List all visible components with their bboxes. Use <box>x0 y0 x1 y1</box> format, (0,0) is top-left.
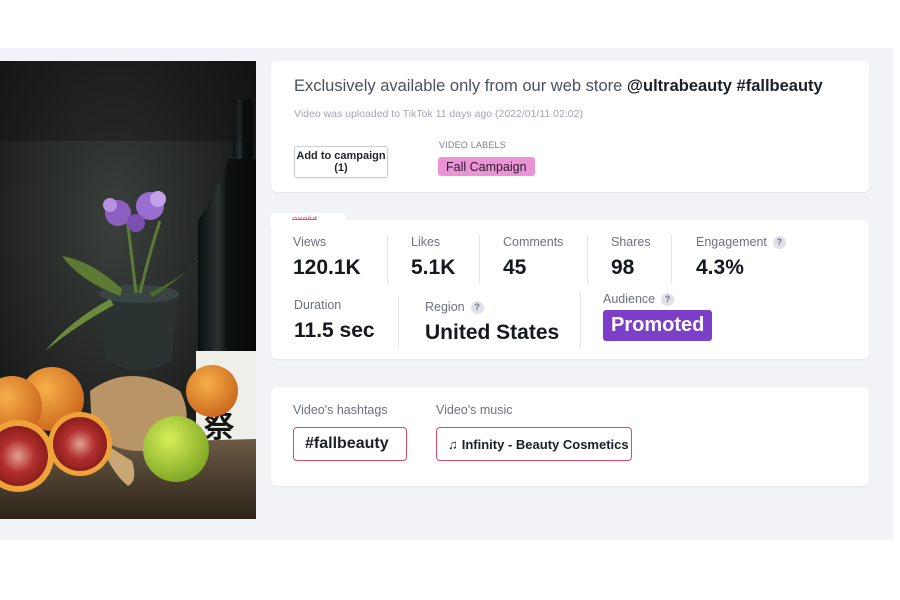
music-title-text: Infinity - Beauty Cosmetics <box>461 436 629 452</box>
help-icon[interactable]: ? <box>661 292 675 306</box>
stat-likes-label: Likes <box>411 235 441 249</box>
stat-shares-value: 98 <box>611 256 635 279</box>
hashtags-title: Video's hashtags <box>293 403 388 417</box>
stat-likes-value: 5.1K <box>411 256 456 279</box>
stat-engagement-label-row: Engagement? <box>696 235 786 249</box>
page-background: 獺 祭 Exclusively available only from our … <box>0 48 893 540</box>
caption-text: Exclusively available only from our web … <box>294 77 627 95</box>
stat-audience-label: Audience <box>603 292 656 306</box>
video-tags-card: Video's hashtags Video's music #fallbeau… <box>271 387 869 486</box>
video-caption: Exclusively available only from our web … <box>294 77 823 96</box>
stat-region-value: United States <box>425 321 560 344</box>
stat-engagement: Engagement? 4.3% <box>696 235 786 280</box>
stat-engagement-label: Engagement <box>696 235 767 249</box>
help-icon[interactable]: ? <box>772 235 786 249</box>
stat-region-label-row: Region? <box>425 300 559 314</box>
help-icon[interactable]: ? <box>470 300 484 314</box>
stat-duration: Duration 11.5 sec <box>294 298 375 343</box>
stat-comments-value: 45 <box>503 256 527 279</box>
stat-shares-label: Shares <box>611 235 651 249</box>
video-info-card: Exclusively available only from our web … <box>271 61 869 192</box>
video-stats-card: Views 120.1K Likes 5.1K Comments 45 Shar… <box>271 220 869 359</box>
stat-views: Views 120.1K <box>293 235 361 280</box>
stat-comments: Comments 45 <box>503 235 563 280</box>
stat-shares: Shares 98 <box>611 235 651 280</box>
music-note-icon: ♫ <box>448 436 458 452</box>
audience-promoted-badge: Promoted <box>603 310 713 341</box>
caption-mentions[interactable]: @ultrabeauty #fallbeauty <box>627 77 823 95</box>
stat-duration-label: Duration <box>294 298 342 312</box>
stat-audience: Audience? Promoted <box>603 292 713 341</box>
divider <box>398 296 399 346</box>
divider <box>387 234 388 284</box>
divider <box>479 234 480 284</box>
video-labels-title: VIDEO LABELS <box>439 140 506 150</box>
stat-views-value: 120.1K <box>293 256 361 279</box>
divider <box>671 234 672 284</box>
hashtag-pill[interactable]: #fallbeauty <box>293 427 407 461</box>
stat-region: Region? United States <box>425 300 559 345</box>
add-to-campaign-button[interactable]: Add to campaign (1) <box>294 146 388 178</box>
music-title: Video's music <box>436 403 513 417</box>
stat-views-label: Views <box>293 235 327 249</box>
divider <box>580 292 581 348</box>
video-label-chip[interactable]: Fall Campaign <box>438 157 535 176</box>
video-thumbnail[interactable]: 獺 祭 <box>0 61 256 519</box>
stat-engagement-value: 4.3% <box>696 256 744 279</box>
stat-region-label: Region <box>425 300 465 314</box>
divider <box>587 234 588 284</box>
music-pill[interactable]: ♫ Infinity - Beauty Cosmetics <box>436 427 632 461</box>
stat-duration-value: 11.5 sec <box>294 319 375 342</box>
stat-likes: Likes 5.1K <box>411 235 455 280</box>
upload-info: Video was uploaded to TikTok 11 days ago… <box>294 108 583 120</box>
stat-audience-label-row: Audience? <box>603 292 712 306</box>
stat-comments-label: Comments <box>503 235 564 249</box>
